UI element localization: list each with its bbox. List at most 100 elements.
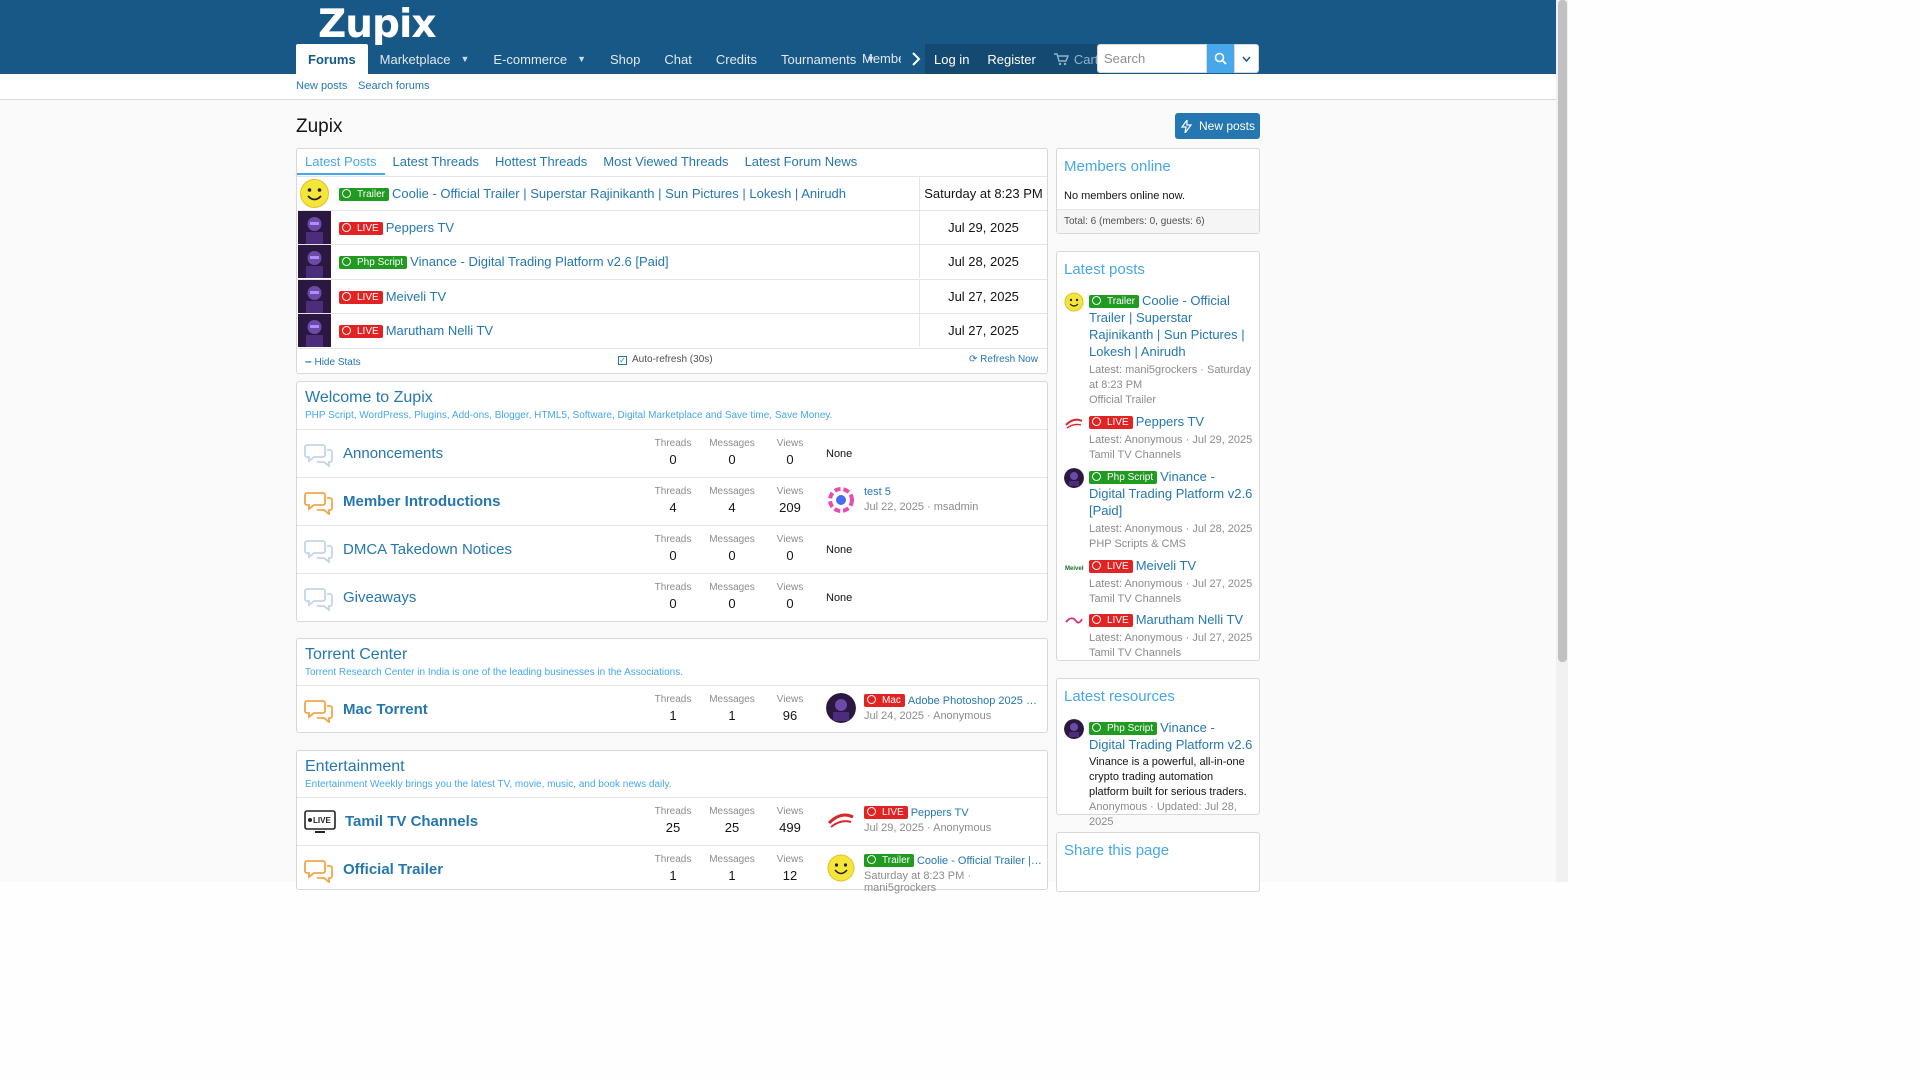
- forum-title[interactable]: Giveaways: [343, 589, 416, 606]
- post-date: Jul 27, 2025: [919, 314, 1047, 347]
- site-logo[interactable]: Zupix: [318, 2, 436, 47]
- user-avatar[interactable]: [1064, 468, 1084, 488]
- stats-row: LIVE Meiveli TV Jul 27, 2025: [297, 279, 1047, 313]
- forum-node: Giveaways Threads 0 Messages 0 Views 0 None: [297, 573, 1047, 621]
- refresh-icon: ⟳: [969, 354, 978, 365]
- last-post-title[interactable]: Adobe Photoshop 2025 v26.8.1 (Multilingu…: [908, 695, 1042, 707]
- smiley-avatar[interactable]: [298, 177, 331, 210]
- forum-node: Official Trailer Threads 1 Messages 1 View…: [297, 845, 1047, 894]
- stats-tabs: Latest Posts Latest Threads Hottest Thre…: [297, 149, 865, 175]
- stats-row: Php Script Vinance - Digital Trading Plat…: [297, 244, 1047, 278]
- forum-title[interactable]: DMCA Takedown Notices: [343, 541, 512, 558]
- channel-logo[interactable]: [1064, 413, 1084, 433]
- channel-logo[interactable]: [826, 805, 856, 835]
- latest-resources-title[interactable]: Latest resources: [1064, 688, 1175, 705]
- tab-latest-threads[interactable]: Latest Threads: [385, 149, 487, 175]
- smiley-avatar[interactable]: [826, 853, 856, 883]
- svg-text:LIVE: LIVE: [313, 816, 331, 825]
- forum-title[interactable]: Annoncements: [343, 445, 443, 462]
- svg-text:Meiveli: Meiveli: [1065, 566, 1084, 572]
- prefix-tag: LIVE: [339, 291, 383, 304]
- user-avatar[interactable]: [1064, 719, 1084, 739]
- nav-credits[interactable]: Credits: [704, 44, 769, 74]
- nav-shop[interactable]: Shop: [598, 44, 652, 74]
- prefix-tag: Trailer: [339, 188, 389, 201]
- last-post-meta: Jul 22, 2025 · msadmin: [864, 501, 979, 513]
- checkbox-icon[interactable]: ✓: [618, 356, 627, 365]
- tab-latest-posts[interactable]: Latest Posts: [297, 149, 385, 175]
- prefix-tag: LIVE: [1089, 560, 1133, 573]
- nav-members[interactable]: Members: [849, 44, 901, 74]
- category-title[interactable]: Torrent Center: [305, 646, 683, 664]
- search-options-button[interactable]: [1234, 44, 1259, 73]
- user-avatar[interactable]: [826, 693, 856, 723]
- last-post-none: None: [826, 592, 853, 604]
- prefix-tag: Trailer: [1089, 295, 1139, 308]
- category-header: Entertainment Entertainment Weekly bring…: [305, 758, 671, 790]
- user-avatar[interactable]: [298, 280, 331, 313]
- user-avatar[interactable]: [298, 314, 331, 347]
- user-avatar[interactable]: [298, 245, 331, 278]
- forum-unread-icon: [304, 491, 334, 518]
- forum-node: Annoncements Threads 0 Messages 0 Views 0 N…: [297, 429, 1047, 477]
- stats-row: Trailer Coolie - Official Trailer | Super…: [297, 176, 1047, 210]
- new-posts-link[interactable]: New posts: [296, 80, 347, 92]
- forum-read-icon: [304, 443, 334, 470]
- search-icon: [1214, 52, 1227, 65]
- members-online-title[interactable]: Members online: [1064, 158, 1171, 175]
- prefix-tag: Php Script: [339, 256, 408, 269]
- last-post-title[interactable]: Peppers TV: [911, 807, 969, 819]
- tab-hottest-threads[interactable]: Hottest Threads: [487, 149, 595, 175]
- forum-unread-icon: [304, 699, 334, 726]
- latest-posts-title[interactable]: Latest posts: [1064, 261, 1145, 278]
- last-post-title[interactable]: Coolie - Official Trailer | Superstar Ra…: [917, 855, 1042, 867]
- channel-logo[interactable]: [1064, 611, 1084, 631]
- forum-title[interactable]: Member Introductions: [343, 493, 501, 510]
- last-post-title[interactable]: test 5: [864, 486, 1080, 498]
- latest-post-link[interactable]: Peppers TV: [1136, 414, 1204, 429]
- auto-refresh-toggle[interactable]: ✓ Auto-refresh (30s): [618, 354, 713, 365]
- tab-latest-forum-news[interactable]: Latest Forum News: [737, 149, 866, 175]
- tab-most-viewed-threads[interactable]: Most Viewed Threads: [595, 149, 736, 175]
- register-link[interactable]: Register: [978, 44, 1044, 74]
- thread-link[interactable]: Marutham Nelli TV: [386, 323, 493, 338]
- channel-logo[interactable]: Meiveli: [1064, 557, 1084, 577]
- nav-marketplace[interactable]: Marketplace ▼: [368, 44, 482, 74]
- thread-link[interactable]: Meiveli TV: [386, 289, 446, 304]
- share-block: [1056, 832, 1260, 892]
- thread-link[interactable]: Coolie - Official Trailer | Superstar Ra…: [392, 186, 846, 201]
- user-avatar[interactable]: [826, 485, 856, 515]
- latest-post-link[interactable]: Marutham Nelli TV: [1136, 612, 1243, 627]
- forum-title[interactable]: Mac Torrent: [343, 701, 428, 718]
- stats-row: LIVE Marutham Nelli TV Jul 27, 2025: [297, 313, 1047, 347]
- search-input[interactable]: [1097, 44, 1207, 73]
- user-avatar[interactable]: [298, 211, 331, 244]
- scrollbar-thumb[interactable]: [1558, 0, 1567, 662]
- forum-read-icon: [304, 539, 334, 566]
- chevron-down-icon[interactable]: ▼: [577, 54, 586, 64]
- forum-title[interactable]: Tamil TV Channels: [345, 813, 478, 830]
- prefix-tag: LIVE: [339, 222, 383, 235]
- search-button[interactable]: [1207, 44, 1235, 73]
- category-title[interactable]: Entertainment: [305, 758, 671, 776]
- chevron-down-icon[interactable]: ▼: [460, 54, 469, 64]
- category-description: Torrent Research Center in India is one …: [305, 667, 683, 678]
- new-posts-button[interactable]: New posts: [1175, 113, 1260, 139]
- nav-ecommerce[interactable]: E-commerce ▼: [481, 44, 598, 74]
- smiley-avatar[interactable]: [1064, 292, 1084, 312]
- hide-stats-button[interactable]: – Hide Stats: [305, 354, 361, 368]
- prefix-tag: Php Script: [1089, 471, 1158, 484]
- thread-link[interactable]: Peppers TV: [386, 220, 454, 235]
- nav-forums[interactable]: Forums: [296, 44, 368, 74]
- thread-link[interactable]: Vinance - Digital Trading Platform v2.6 …: [410, 254, 668, 269]
- account-nav: Log in Register Cart: [925, 44, 1108, 74]
- category-title[interactable]: Welcome to Zupix: [305, 389, 832, 407]
- search-forums-link[interactable]: Search forums: [358, 80, 430, 92]
- login-link[interactable]: Log in: [925, 44, 978, 74]
- latest-post-link[interactable]: Meiveli TV: [1136, 558, 1196, 573]
- forum-title[interactable]: Official Trailer: [343, 861, 443, 878]
- bolt-icon: [1180, 119, 1193, 133]
- nav-scroll-right-icon[interactable]: [905, 44, 927, 74]
- nav-chat[interactable]: Chat: [652, 44, 703, 74]
- refresh-now-button[interactable]: ⟳ Refresh Now: [969, 354, 1038, 365]
